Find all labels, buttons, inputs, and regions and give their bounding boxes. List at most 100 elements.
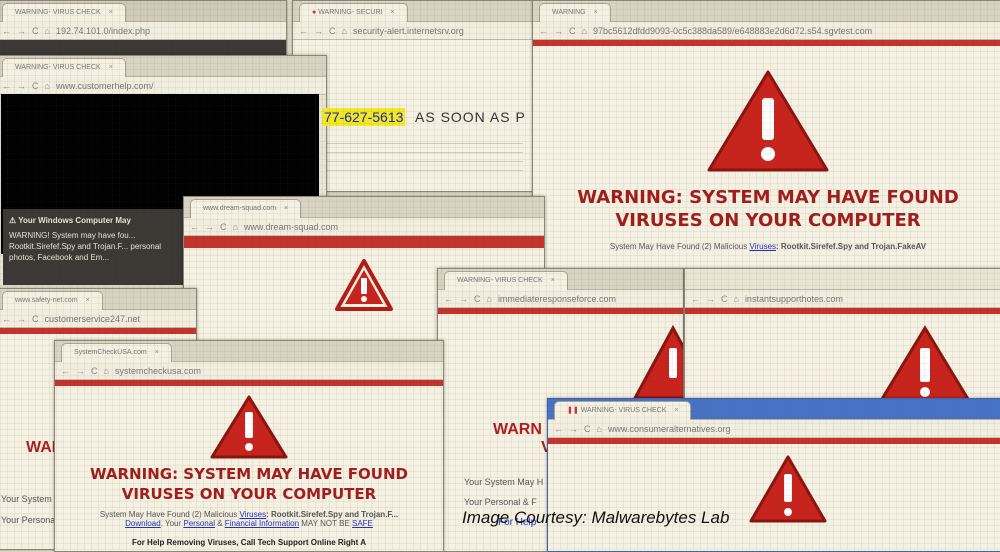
help-line: For Help Removing Viruses, Call Tech Sup… (131, 538, 367, 547)
close-tab-icon[interactable]: × (155, 349, 159, 356)
red-banner (184, 236, 544, 248)
your-system-fragment: Your System (1, 494, 52, 504)
back-icon[interactable]: ← (554, 424, 563, 434)
image-credit: Image Courtesy: Malwarebytes Lab (462, 508, 730, 527)
warning-icon: ⚠ (9, 216, 17, 225)
faded-body-text (323, 141, 523, 171)
browser-window-w4: WARNING × ← → C ⌂ 97bc5612dfdd9093-0c5c38… (532, 0, 1000, 272)
viruses-link[interactable]: Viruses (240, 510, 267, 519)
url-text: www.customerhelp.com/ (55, 80, 154, 91)
warning-triangle-icon (707, 70, 829, 172)
warning-detail: System May Have Found (2) Malicious Viru… (99, 510, 399, 519)
personal-link[interactable]: Personal (183, 519, 215, 528)
download-link[interactable]: Download (125, 519, 161, 528)
reload-icon[interactable]: C (474, 294, 481, 304)
red-banner (0, 328, 196, 334)
close-tab-icon[interactable]: × (674, 407, 678, 414)
reload-icon[interactable]: C (569, 26, 576, 36)
warning-content: WARNING: SYSTEM MAY HAVE FOUND VIRUSES O… (533, 46, 1000, 251)
reload-icon[interactable]: C (32, 314, 39, 324)
warning-title-line2: VIRUSES ON YOUR COMPUTER (121, 485, 377, 503)
address-bar[interactable]: ← → C ⌂ 192.74.101.0/index.php (0, 22, 286, 40)
pause-icon: ❚❚ (567, 407, 579, 414)
safe-link[interactable]: SAFE (352, 519, 373, 528)
reload-icon[interactable]: C (32, 26, 39, 36)
phone-number-highlight: 77-627-5613 (322, 108, 406, 126)
browser-tab[interactable]: WARNING- VIRUS CHECK × (2, 58, 126, 77)
forward-icon[interactable]: → (554, 26, 563, 36)
reload-icon[interactable]: C (721, 294, 728, 304)
home-icon[interactable]: ⌂ (734, 294, 739, 304)
forward-icon[interactable]: → (17, 81, 26, 91)
close-tab-icon[interactable]: × (284, 205, 288, 212)
browser-window-w10: ❚❚ WARNING- VIRUS CHECK × ← → C ⌂ www.con… (547, 398, 1000, 552)
close-tab-icon[interactable]: × (551, 277, 555, 284)
address-bar[interactable]: ← → C ⌂ www.customerhelp.com/ (0, 77, 326, 95)
close-tab-icon[interactable]: × (109, 9, 113, 16)
home-icon[interactable]: ⌂ (597, 424, 602, 434)
address-bar[interactable]: ← → C ⌂ www.consumeralternatives.org (548, 420, 1000, 438)
tab-bar: WARNING- VIRUS CHECK × (438, 269, 683, 290)
your-personal-fragment: Your Persona (1, 515, 56, 525)
forward-icon[interactable]: → (706, 294, 715, 304)
back-icon[interactable]: ← (444, 294, 453, 304)
address-bar[interactable]: ← → C ⌂ instantsupporthotes.com (685, 290, 1000, 308)
close-tab-icon[interactable]: × (86, 297, 90, 304)
tab-bar: WARNING- VIRUS CHECK × (0, 1, 286, 22)
back-icon[interactable]: ← (61, 366, 70, 376)
reload-icon[interactable]: C (32, 81, 39, 91)
home-icon[interactable]: ⌂ (582, 26, 587, 36)
reload-icon[interactable]: C (220, 222, 227, 232)
forward-icon[interactable]: → (459, 294, 468, 304)
forward-icon[interactable]: → (205, 222, 214, 232)
home-icon[interactable]: ⌂ (45, 81, 50, 91)
home-icon[interactable]: ⌂ (233, 222, 238, 232)
address-bar[interactable]: ← → C ⌂ systemcheckusa.com (55, 362, 443, 380)
viruses-link[interactable]: Viruses (749, 242, 776, 251)
browser-tab[interactable]: ● WARNING- SECURI × (299, 3, 408, 22)
close-tab-icon[interactable]: × (390, 9, 394, 16)
browser-tab[interactable]: www.safety-net.com × (2, 291, 103, 310)
back-icon[interactable]: ← (2, 81, 11, 91)
back-icon[interactable]: ← (2, 314, 11, 324)
forward-icon[interactable]: → (17, 314, 26, 324)
close-tab-icon[interactable]: × (109, 64, 113, 71)
url-text: immediateresponseforce.com (497, 293, 616, 304)
browser-tab[interactable]: www.dream-squad.com × (190, 199, 302, 218)
back-icon[interactable]: ← (691, 294, 700, 304)
browser-tab[interactable]: SystemCheckUSA.com × (61, 343, 172, 362)
home-icon[interactable]: ⌂ (342, 26, 347, 36)
address-bar[interactable]: ← → C ⌂ security-alert.internetsrv.org (293, 22, 538, 40)
forward-icon[interactable]: → (17, 26, 26, 36)
financial-link[interactable]: Financial Information (225, 519, 299, 528)
back-icon[interactable]: ← (190, 222, 199, 232)
forward-icon[interactable]: → (76, 366, 85, 376)
back-icon[interactable]: ← (299, 26, 308, 36)
back-icon[interactable]: ← (2, 26, 11, 36)
back-icon[interactable]: ← (539, 26, 548, 36)
reload-icon[interactable]: C (584, 424, 591, 434)
home-icon[interactable]: ⌂ (45, 26, 50, 36)
warning-triangle-icon (749, 455, 827, 523)
forward-icon[interactable]: → (314, 26, 323, 36)
address-bar[interactable]: ← → C ⌂ 97bc5612dfdd9093-0c5c388da589/e6… (533, 22, 1000, 40)
warning-title: WARNING: SYSTEM MAY HAVE FOUND VIRUSES O… (55, 464, 443, 504)
browser-tab[interactable]: WARNING- VIRUS CHECK × (444, 271, 568, 290)
browser-tab[interactable]: WARNING × (539, 3, 611, 22)
address-bar[interactable]: ← → C customerservice247.net (0, 310, 196, 328)
forward-icon[interactable]: → (569, 424, 578, 434)
browser-window-w7: ← → C ⌂ instantsupporthotes.com (684, 268, 1000, 410)
warning-triangle-icon (210, 395, 288, 459)
warning-detail: System May Have Found (2) Malicious Viru… (609, 242, 927, 251)
browser-tab[interactable]: WARNING- VIRUS CHECK × (2, 3, 126, 22)
home-icon[interactable]: ⌂ (104, 366, 109, 376)
home-icon[interactable]: ⌂ (487, 294, 492, 304)
address-bar[interactable]: ← → C ⌂ www.dream-squad.com (184, 218, 544, 236)
dialog-title: ⚠ Your Windows Computer May (9, 216, 131, 225)
close-tab-icon[interactable]: × (594, 9, 598, 16)
address-bar[interactable]: ← → C ⌂ immediateresponseforce.com (438, 290, 683, 308)
reload-icon[interactable]: C (91, 366, 98, 376)
reload-icon[interactable]: C (329, 26, 336, 36)
windows-warning-dialog: ⚠ Your Windows Computer May WARNING! Sys… (3, 209, 186, 285)
browser-tab[interactable]: ❚❚ WARNING- VIRUS CHECK × (554, 401, 692, 420)
